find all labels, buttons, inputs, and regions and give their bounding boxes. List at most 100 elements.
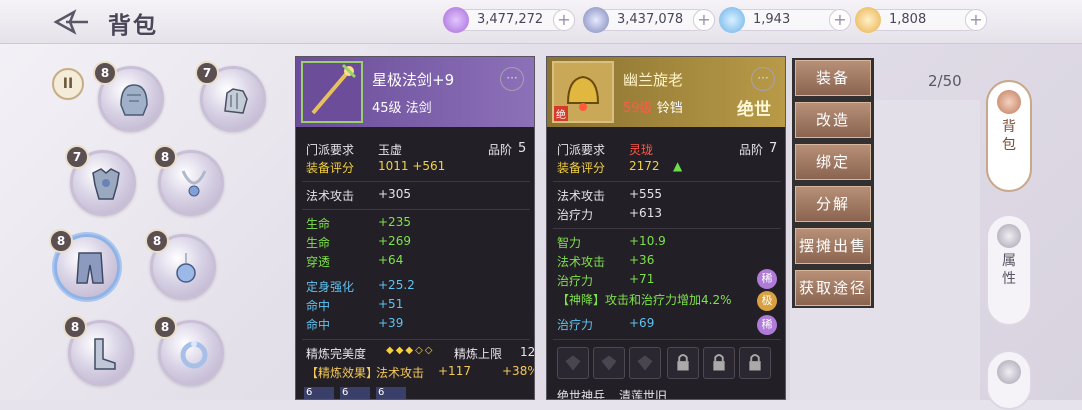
gem-socket[interactable] — [557, 347, 589, 379]
level-badge: 8 — [49, 229, 73, 253]
locked-socket[interactable] — [703, 347, 735, 379]
top-bar: 背包 3,477,272 + 3,437,078 + 1,943 + 1,808… — [0, 0, 1082, 44]
item-subtitle: 59级 铃铛 — [623, 101, 683, 116]
inventory-slot[interactable]: 8 — [145, 229, 216, 300]
item-name: 幽兰旋老 — [623, 71, 684, 89]
sell-stall-button[interactable]: 摆摊出售 — [795, 228, 871, 264]
gauntlet-icon — [224, 88, 248, 114]
add-currency-button[interactable]: + — [829, 9, 851, 31]
gem-slot[interactable]: 6 — [376, 387, 406, 399]
lock-icon — [713, 354, 725, 371]
divider — [302, 209, 530, 210]
tab-bag[interactable]: 背包 — [986, 80, 1032, 192]
rarity-tag: 绝世 — [737, 100, 771, 120]
item-header: 星极法剑+9 45级 法剑 ··· — [296, 57, 534, 127]
item-header: 绝 幽兰旋老 59级 铃铛 绝世 ··· — [547, 57, 785, 127]
inventory-slot[interactable]: 8 — [49, 229, 120, 300]
armor-icon — [92, 168, 120, 200]
modify-button[interactable]: 改造 — [795, 102, 871, 138]
necklace-icon — [181, 170, 207, 197]
divider — [553, 339, 781, 340]
inventory-slot[interactable]: 7 — [65, 145, 136, 216]
bag-icon — [997, 90, 1021, 114]
equip-button[interactable]: 装备 — [795, 60, 871, 96]
divider — [302, 339, 530, 340]
back-button[interactable] — [52, 8, 92, 36]
purple-gem-icon — [443, 7, 469, 33]
more-tab-icon — [997, 360, 1021, 384]
attribute-icon — [997, 224, 1021, 248]
currency-value: 1,943 — [753, 12, 791, 27]
rarity-corner-badge: 绝 — [554, 106, 568, 121]
currency-value: 3,477,272 — [477, 12, 544, 27]
diamond-icon — [565, 355, 581, 371]
tab-more[interactable] — [986, 350, 1032, 410]
gem-slot[interactable]: 6 — [340, 387, 370, 399]
divider — [302, 181, 530, 182]
item-detail-card-weapon: 星极法剑+9 45级 法剑 ··· 门派要求 玉虚 品阶 5 装备评分 1011 +56… — [295, 56, 535, 400]
item-action-menu: 装备 改造 绑定 分解 摆摊出售 获取途径 — [792, 58, 874, 308]
currency-gold-coin: 1,808 + — [855, 7, 987, 33]
gem-socket[interactable] — [629, 347, 661, 379]
inventory-slot[interactable]: 8 — [93, 61, 164, 132]
inventory-slot[interactable]: 8 — [153, 315, 224, 386]
inventory-slot[interactable]: 8 — [63, 315, 134, 386]
locked-socket[interactable] — [667, 347, 699, 379]
inventory-grid: 8 7 7 8 8 8 8 8 — [40, 56, 295, 400]
more-options-button[interactable]: ··· — [500, 67, 524, 91]
tab-label: 属性 — [1002, 253, 1016, 287]
refine-stars-icon: ◆◆◆◇◇ — [386, 345, 435, 356]
ring-icon — [180, 341, 208, 369]
add-currency-button[interactable]: + — [553, 9, 575, 31]
divider — [553, 228, 781, 229]
diamond-icon — [637, 355, 653, 371]
tab-label: 背包 — [1002, 119, 1016, 153]
level-badge: 8 — [153, 315, 177, 339]
more-options-button[interactable]: ··· — [751, 67, 775, 91]
level-badge: 8 — [153, 145, 177, 169]
page-title: 背包 — [108, 13, 158, 39]
currency-purple-gem: 3,477,272 + — [443, 7, 575, 33]
tab-attributes[interactable]: 属性 — [986, 214, 1032, 326]
pants-icon — [76, 252, 104, 284]
bind-button[interactable]: 绑定 — [795, 144, 871, 180]
gem-socket[interactable] — [593, 347, 625, 379]
helmet-icon — [120, 84, 148, 116]
divider — [553, 181, 781, 182]
lock-icon — [749, 354, 761, 371]
arrow-up-icon: ▲ — [673, 159, 683, 173]
inventory-slot[interactable]: 8 — [153, 145, 224, 216]
gem-slot[interactable]: 6 — [304, 387, 334, 399]
currency-value: 1,808 — [889, 12, 927, 27]
add-currency-button[interactable]: + — [693, 9, 715, 31]
level-badge: 7 — [65, 145, 89, 169]
level-badge: 8 — [93, 61, 117, 85]
blue-coin-icon — [719, 7, 745, 33]
lock-icon — [677, 354, 689, 371]
gold-coin-icon — [855, 7, 881, 33]
staff-icon — [311, 63, 357, 115]
currency-value: 3,437,078 — [617, 12, 684, 27]
diamond-icon — [601, 355, 617, 371]
dismantle-button[interactable]: 分解 — [795, 186, 871, 222]
item-subtitle: 45级 法剑 — [372, 101, 432, 116]
level-badge: 8 — [63, 315, 87, 339]
bag-capacity: 2/50 — [928, 72, 962, 90]
extreme-badge: 极 — [757, 291, 777, 311]
item-thumbnail — [301, 61, 363, 123]
amulet-icon — [176, 253, 196, 283]
silver-coin-icon — [583, 7, 609, 33]
rare-badge: 稀 — [757, 269, 777, 289]
locked-socket[interactable] — [739, 347, 771, 379]
item-detail-card-bell: 绝 幽兰旋老 59级 铃铛 绝世 ··· 门派要求 灵珑 品阶 7 装备评分 2172 ▲… — [546, 56, 786, 400]
currency-silver-coin: 3,437,078 + — [583, 7, 715, 33]
item-thumbnail: 绝 — [552, 61, 614, 123]
rare-badge: 稀 — [757, 315, 777, 335]
back-arrow-icon — [53, 9, 88, 35]
level-badge: 8 — [145, 229, 169, 253]
item-name: 星极法剑+9 — [372, 71, 455, 89]
add-currency-button[interactable]: + — [965, 9, 987, 31]
obtain-path-button[interactable]: 获取途径 — [795, 270, 871, 306]
level-badge: 7 — [195, 61, 219, 85]
inventory-slot[interactable]: 7 — [195, 61, 266, 132]
